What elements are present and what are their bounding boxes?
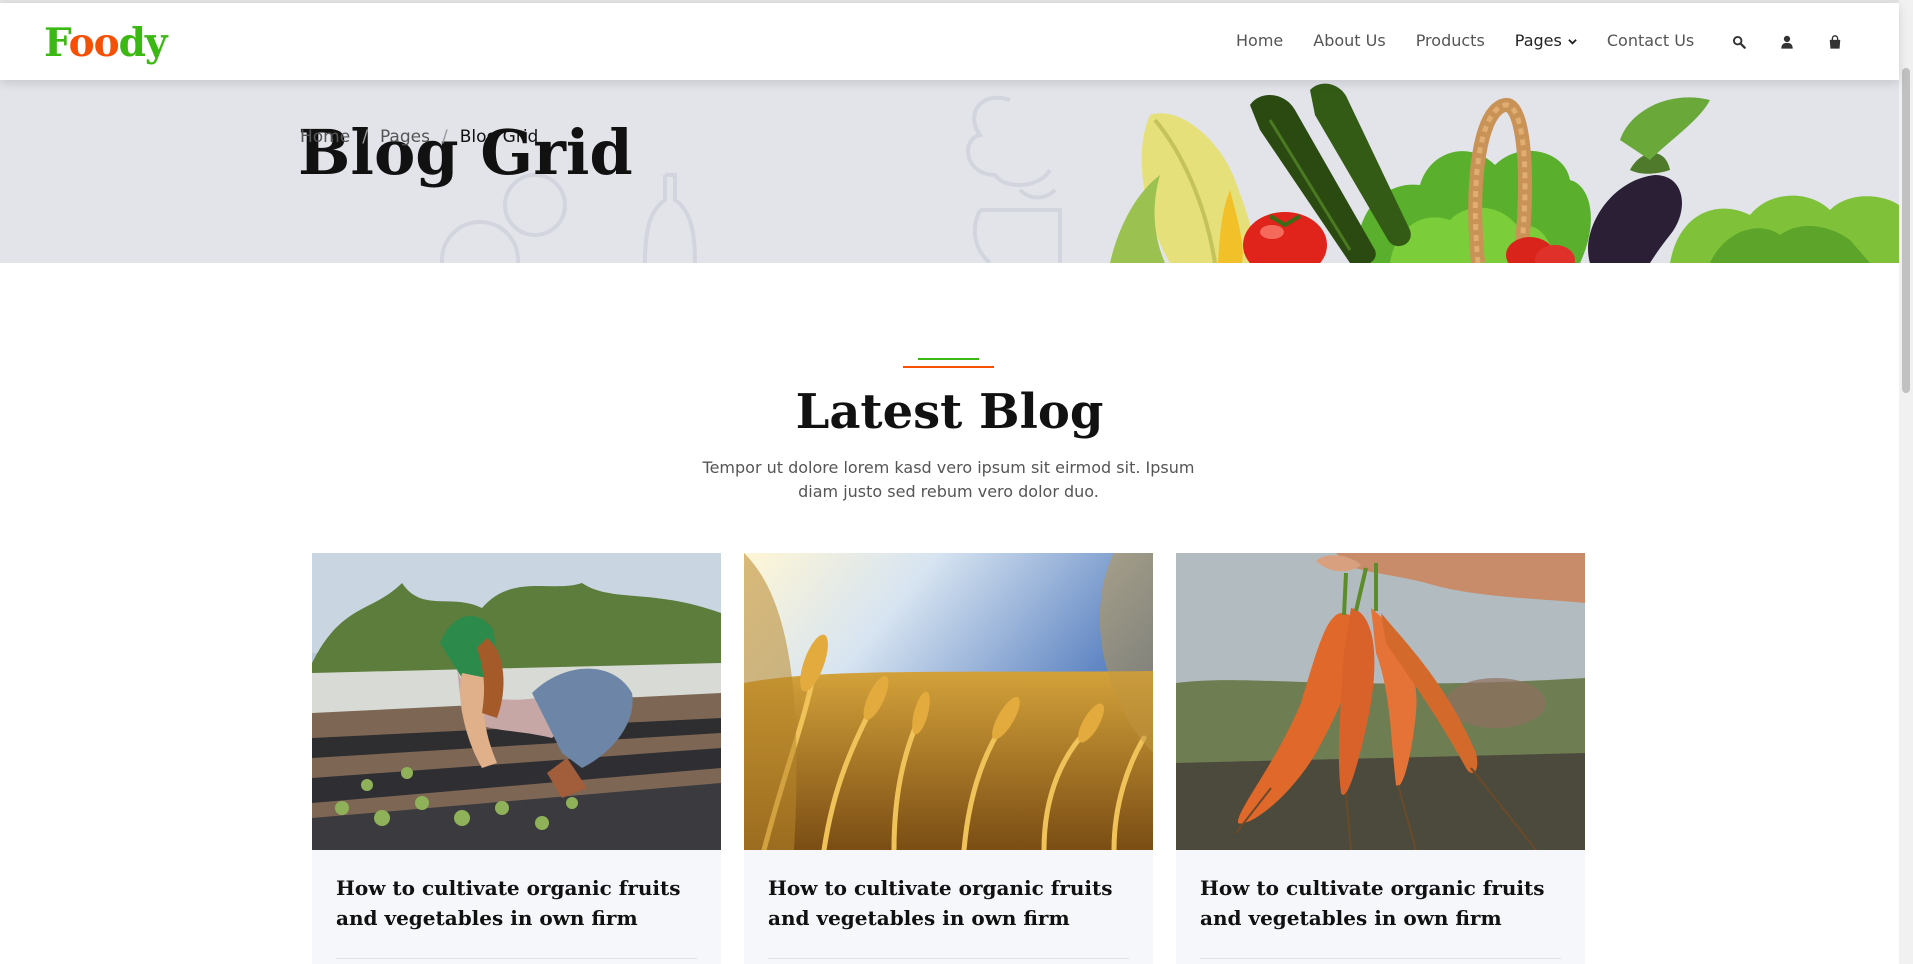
scrollbar-thumb[interactable]	[1902, 68, 1910, 393]
blog-card[interactable]: How to cultivate organic fruits and vege…	[1176, 553, 1585, 964]
blog-card-image[interactable]	[312, 553, 721, 850]
breadcrumb-separator: /	[362, 127, 368, 147]
navbar: Foody Home About Us Products Pages Conta…	[0, 3, 1899, 80]
breadcrumb: Home / Pages / Blog Grid	[300, 126, 538, 148]
page-header: Blog Grid Home / Pages / Blog Grid	[0, 80, 1899, 263]
user-icon[interactable]	[1779, 34, 1795, 50]
section-title: Latest Blog	[795, 384, 1104, 440]
brand-logo[interactable]: Foody	[44, 19, 168, 67]
main-nav: Home About Us Products Pages Contact Us	[1236, 30, 1724, 52]
section-divider	[903, 358, 994, 368]
nav-icon-group	[1731, 34, 1875, 50]
page-scrollbar[interactable]	[1899, 0, 1913, 964]
search-icon[interactable]	[1731, 34, 1747, 50]
breadcrumb-blog-grid: Blog Grid	[459, 127, 539, 147]
blog-card-image[interactable]	[1176, 553, 1585, 850]
shopping-bag-icon[interactable]	[1827, 34, 1843, 50]
blog-card-title[interactable]: How to cultivate organic fruits and vege…	[768, 873, 1128, 933]
nav-pages-label: Pages	[1514, 31, 1562, 50]
nav-pages-dropdown[interactable]: Pages	[1515, 30, 1577, 52]
breadcrumb-pages[interactable]: Pages	[380, 126, 430, 148]
nav-contact-us[interactable]: Contact Us	[1607, 30, 1694, 52]
nav-home[interactable]: Home	[1236, 30, 1283, 52]
blog-card[interactable]: How to cultivate organic fruits and vege…	[744, 553, 1153, 964]
chevron-down-icon	[1568, 38, 1577, 45]
blog-card-divider	[1200, 958, 1561, 959]
nav-about-us[interactable]: About Us	[1313, 30, 1385, 52]
blog-card-divider	[336, 958, 697, 959]
nav-products[interactable]: Products	[1416, 30, 1485, 52]
blog-card[interactable]: How to cultivate organic fruits and vege…	[312, 553, 721, 964]
breadcrumb-separator: /	[441, 127, 448, 147]
blog-card-title[interactable]: How to cultivate organic fruits and vege…	[336, 873, 696, 933]
breadcrumb-home[interactable]: Home	[300, 126, 350, 148]
blog-card-title[interactable]: How to cultivate organic fruits and vege…	[1200, 873, 1560, 933]
blog-card-divider	[768, 958, 1129, 959]
section-subtitle: Tempor ut dolore lorem kasd vero ipsum s…	[702, 458, 1195, 501]
blog-card-image[interactable]	[744, 553, 1153, 850]
vegetable-basket-image	[1110, 80, 1899, 263]
